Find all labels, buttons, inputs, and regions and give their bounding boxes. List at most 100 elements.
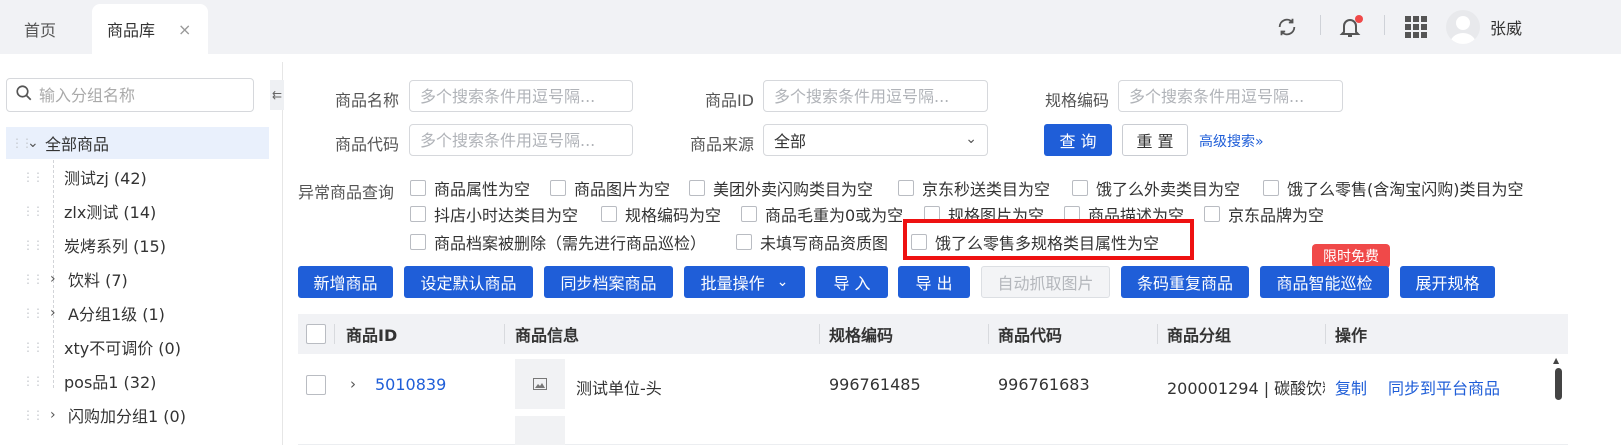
checkbox-meituan-category[interactable]: 美团外卖闪购类目为空	[689, 176, 873, 200]
sku-code-input[interactable]	[1118, 80, 1343, 112]
drag-handle-icon[interactable]: ⋮⋮	[22, 408, 50, 422]
duplicate-barcode-button[interactable]: 条码重复商品	[1121, 266, 1249, 298]
group-search[interactable]	[6, 78, 254, 112]
apps-grid-icon[interactable]	[1404, 0, 1430, 54]
tree-node-label: 炭烤系列 (15)	[64, 237, 166, 256]
col-group: 商品分组	[1167, 326, 1232, 345]
tree-node[interactable]: ⋮⋮ xty不可调价 (0)	[22, 331, 181, 363]
checkbox[interactable]	[1204, 206, 1220, 222]
checkbox[interactable]	[410, 206, 426, 222]
tree-node[interactable]: ⋮⋮ zlx测试 (14)	[22, 195, 156, 227]
chevron-right-icon[interactable]: ›	[350, 375, 356, 393]
drag-handle-icon[interactable]: ⋮⋮	[22, 170, 50, 184]
copy-link[interactable]: 复制	[1335, 375, 1367, 399]
tab-product-library[interactable]: 商品库 ×	[92, 4, 208, 54]
checkbox[interactable]	[550, 180, 566, 196]
tree-node[interactable]: ⋮⋮ › A分组1级 (1)	[22, 297, 165, 329]
divider	[1384, 15, 1385, 35]
reset-button[interactable]: 重 置	[1122, 124, 1188, 156]
image-placeholder-icon	[515, 359, 565, 409]
tree-node[interactable]: ⋮⋮ › 闪购加分组1 (0)	[22, 399, 186, 431]
checkbox[interactable]	[736, 234, 752, 250]
tree-node[interactable]: ⋮⋮ › 饮料 (7)	[22, 263, 128, 295]
chevron-right-icon[interactable]: ›	[50, 407, 68, 423]
auto-fetch-image-button[interactable]: 自动抓取图片	[981, 266, 1110, 298]
group-search-input[interactable]	[39, 85, 239, 105]
product-name-input[interactable]	[409, 80, 633, 112]
expand-spec-button[interactable]: 展开规格	[1400, 266, 1495, 298]
product-name: 测试单位-头	[576, 379, 662, 398]
import-button[interactable]: 导 入	[816, 266, 888, 298]
col-id: 商品ID	[346, 326, 398, 345]
checkbox[interactable]	[898, 180, 914, 196]
chevron-down-icon[interactable]: ⌄	[27, 135, 45, 151]
drag-handle-icon[interactable]: ⋮⋮	[11, 136, 33, 150]
product-source-select[interactable]: 全部 ⌄	[763, 124, 988, 156]
product-group: 200001294 | 碳酸饮料	[1167, 379, 1325, 398]
drag-handle-icon[interactable]: ⋮⋮	[22, 306, 50, 320]
col-sku: 规格编码	[829, 326, 894, 345]
tree-node[interactable]: ⋮⋮ 测试zj (42)	[22, 161, 147, 193]
close-icon[interactable]: ×	[178, 20, 191, 39]
scroll-up-icon[interactable]: ▲	[1553, 356, 1559, 365]
chevron-right-icon[interactable]: ›	[50, 271, 68, 287]
checkbox-jd-brand-empty[interactable]: 京东品牌为空	[1204, 202, 1324, 226]
tree-node[interactable]: ⋮⋮ pos品1 (32)	[22, 365, 156, 397]
checkbox-douyin-category[interactable]: 抖店小时达类目为空	[410, 202, 578, 226]
tree-node-all[interactable]: ⋮⋮ ⌄ 全部商品	[6, 127, 269, 159]
filter-label-id: 商品ID	[704, 91, 754, 110]
checkbox-image-empty[interactable]: 商品图片为空	[550, 176, 670, 200]
tab-home[interactable]: 首页	[24, 4, 56, 54]
product-id-input[interactable]	[763, 80, 988, 112]
query-button[interactable]: 查 询	[1044, 124, 1112, 156]
tree-node[interactable]: ⋮⋮ 炭烤系列 (15)	[22, 229, 166, 261]
checkbox[interactable]	[1263, 180, 1279, 196]
checkbox-attr-empty[interactable]: 商品属性为空	[410, 176, 530, 200]
export-button[interactable]: 导 出	[898, 266, 970, 298]
advanced-search-link[interactable]: 高级搜索»	[1199, 131, 1264, 151]
checkbox-sku-empty[interactable]: 规格编码为空	[601, 202, 721, 226]
product-code-input[interactable]	[409, 124, 633, 156]
batch-operation-button[interactable]: 批量操作 ⌄	[684, 266, 805, 298]
tree-node-label: 闪购加分组1 (0)	[68, 407, 186, 426]
select-all-checkbox[interactable]	[306, 324, 326, 344]
checkbox-qualification-missing[interactable]: 未填写商品资质图	[736, 230, 888, 254]
checkbox-archive-deleted[interactable]: 商品档案被删除（需先进行商品巡检）	[410, 230, 706, 254]
drag-handle-icon[interactable]: ⋮⋮	[22, 340, 50, 354]
checkbox-weight-empty[interactable]: 商品毛重为0或为空	[741, 202, 903, 226]
row-checkbox[interactable]	[306, 375, 326, 395]
top-bar: 首页 商品库 × 张威	[0, 0, 1621, 54]
bell-icon[interactable]	[1338, 0, 1366, 54]
chevron-down-icon: ⌄	[965, 131, 977, 147]
smart-patrol-button[interactable]: 商品智能巡检	[1260, 266, 1389, 298]
drag-handle-icon[interactable]: ⋮⋮	[22, 204, 50, 218]
collapse-sidebar-icon[interactable]: ⇇	[270, 80, 284, 110]
checkbox[interactable]	[410, 234, 426, 250]
checkbox-eleme-category[interactable]: 饿了么外卖类目为空	[1072, 176, 1240, 200]
checkbox[interactable]	[741, 206, 757, 222]
tree-node-label: xty不可调价 (0)	[64, 339, 181, 358]
drag-handle-icon[interactable]: ⋮⋮	[22, 272, 50, 286]
tree-node-label: 测试zj (42)	[64, 169, 147, 188]
checkbox[interactable]	[689, 180, 705, 196]
add-product-button[interactable]: 新增商品	[298, 266, 393, 298]
product-id-link[interactable]: 5010839	[375, 375, 446, 394]
user-name[interactable]: 张威	[1490, 15, 1522, 39]
checkbox-eleme-retail-category[interactable]: 饿了么零售(含淘宝闪购)类目为空	[1263, 176, 1524, 200]
divider	[1320, 15, 1321, 35]
checkbox-jd-category[interactable]: 京东秒送类目为空	[898, 176, 1050, 200]
sync-archive-button[interactable]: 同步档案商品	[544, 266, 673, 298]
checkbox[interactable]	[1072, 180, 1088, 196]
checkbox[interactable]	[410, 180, 426, 196]
avatar[interactable]	[1446, 10, 1480, 44]
sync-platform-link[interactable]: 同步到平台商品	[1388, 375, 1500, 399]
set-default-button[interactable]: 设定默认商品	[404, 266, 533, 298]
free-badge: 限时免费	[1312, 244, 1390, 268]
drag-handle-icon[interactable]: ⋮⋮	[22, 238, 50, 252]
refresh-icon[interactable]	[1276, 0, 1302, 54]
drag-handle-icon[interactable]: ⋮⋮	[22, 374, 50, 388]
vertical-scrollbar[interactable]	[1555, 368, 1562, 400]
chevron-right-icon[interactable]: ›	[50, 305, 68, 321]
checkbox[interactable]	[601, 206, 617, 222]
col-info: 商品信息	[515, 326, 580, 345]
